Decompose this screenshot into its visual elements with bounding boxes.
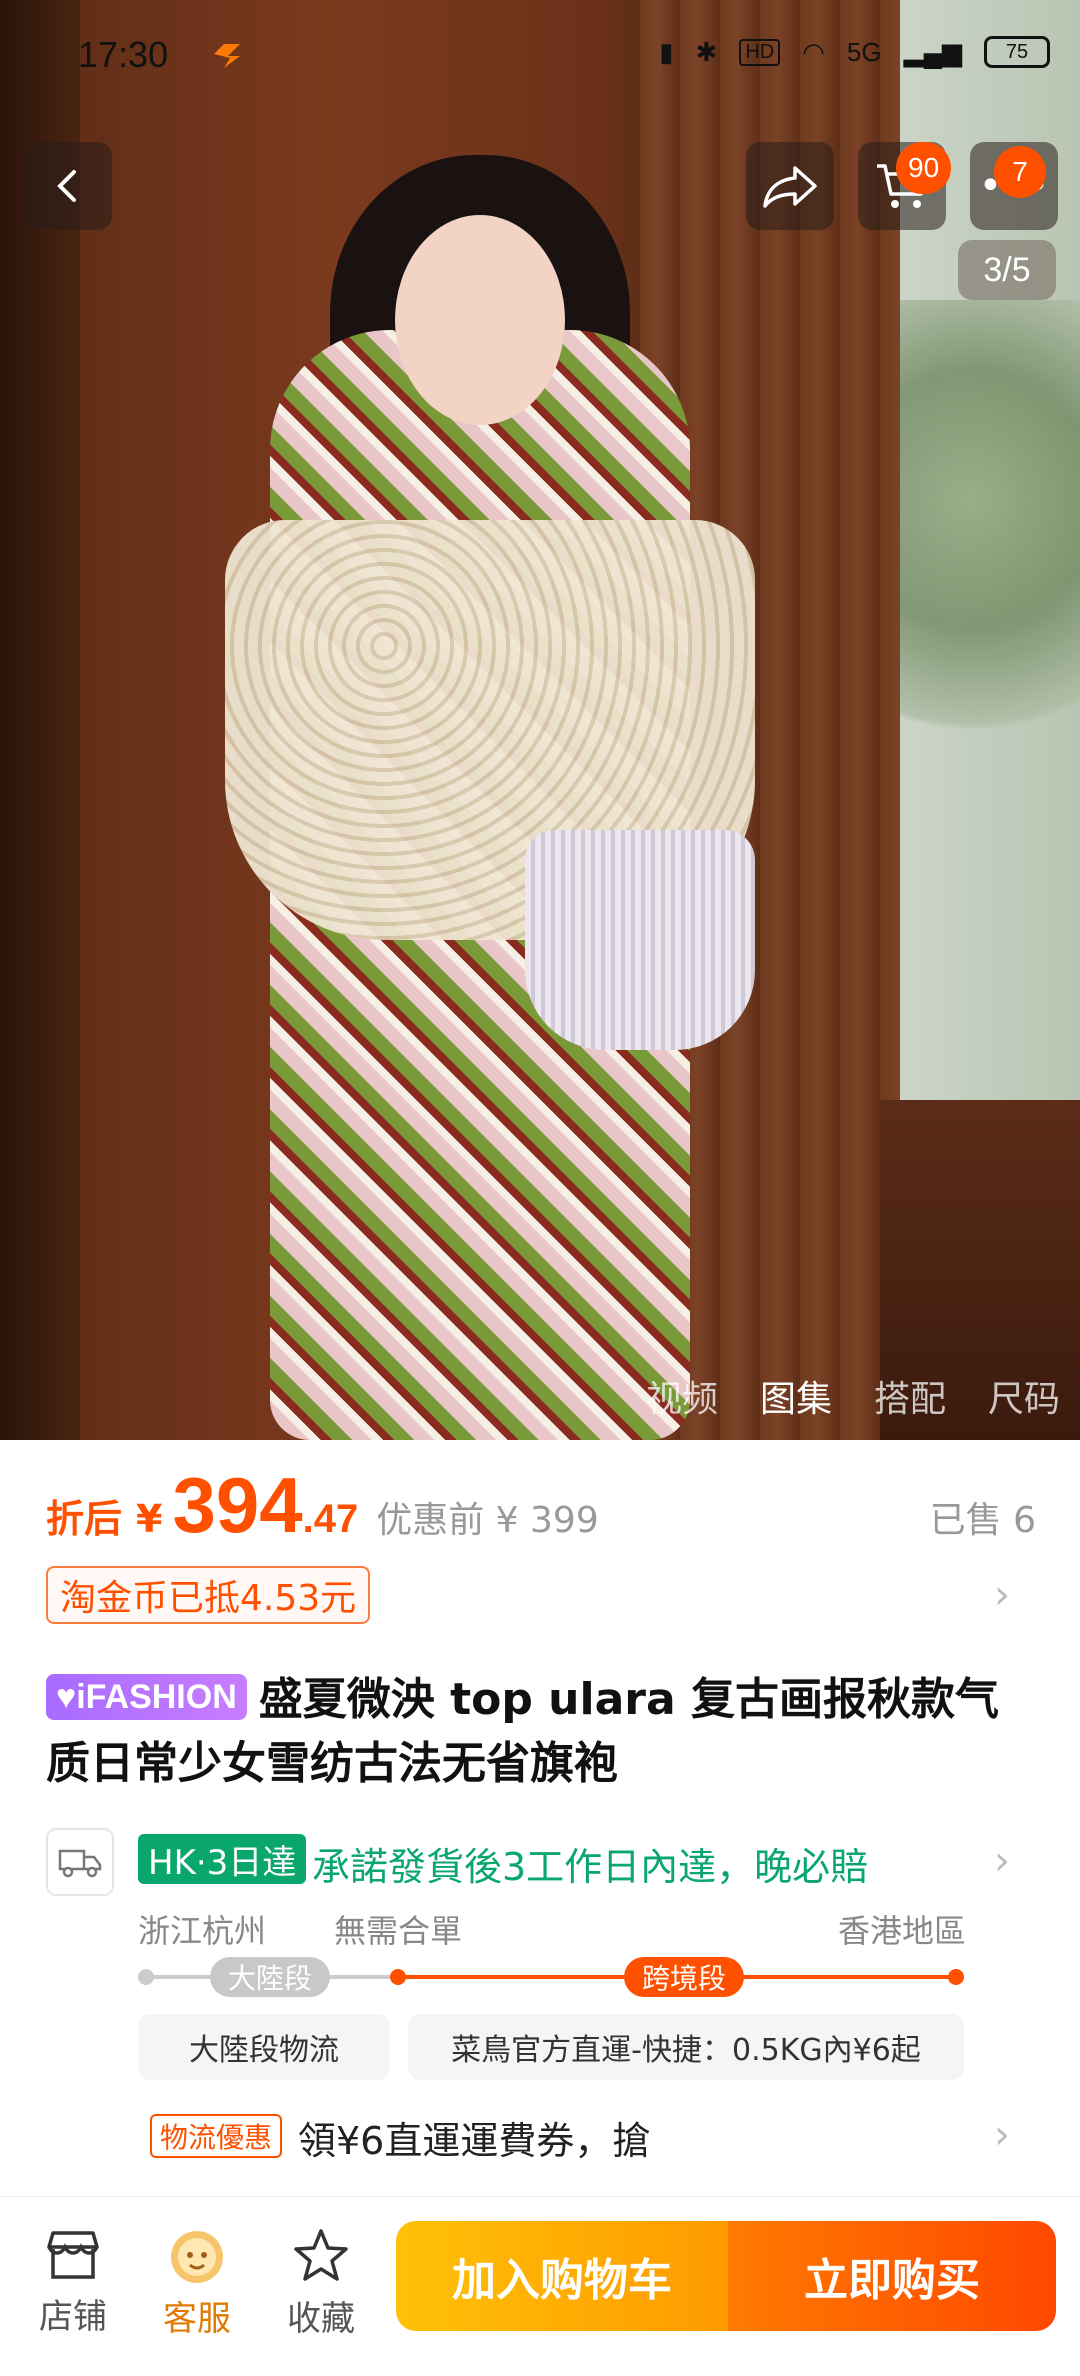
- discount-label: 折后: [46, 1497, 123, 1541]
- star-icon: [294, 2229, 348, 2281]
- shipping-coupon-text[interactable]: 領¥6直運運費券，搶: [298, 2110, 650, 2165]
- signal-icon: 5G: [846, 36, 882, 67]
- shop-label: 店铺: [39, 2297, 107, 2337]
- image-background: [900, 300, 1080, 800]
- gallery-tabs: 视频 图集 搭配 尺码: [646, 1370, 1060, 1422]
- customer-service-button[interactable]: 客服: [142, 2227, 252, 2340]
- image-page-indicator: 3/5: [958, 240, 1056, 300]
- cross-border-segment-label: 跨境段: [624, 1957, 745, 1997]
- chevron-right-icon[interactable]: ›: [994, 2112, 1010, 2158]
- hd-icon: HD: [739, 38, 781, 66]
- customer-service-icon: [171, 2231, 223, 2283]
- ifashion-brand-badge: ♥iFASHION: [46, 1674, 247, 1720]
- battery-icon: 75: [984, 36, 1050, 68]
- share-button[interactable]: [746, 142, 834, 230]
- add-to-cart-button[interactable]: 加入购物车: [396, 2221, 728, 2331]
- chevron-right-icon[interactable]: ›: [994, 1572, 1010, 1618]
- back-icon: [57, 170, 76, 202]
- wifi-icon: ◠: [802, 36, 825, 67]
- price-row: 折后 ¥ 394 .47 优惠前 ¥ 399 已售 6: [46, 1460, 1036, 1549]
- status-time: 17:30: [78, 34, 169, 75]
- vibrate-icon: ▮: [659, 36, 674, 67]
- currency-symbol: ¥: [136, 1497, 163, 1541]
- route-end-dot: [948, 1969, 964, 1985]
- bluetooth-icon: ✱: [695, 36, 718, 67]
- origin-location: 浙江杭州: [138, 1912, 267, 1950]
- share-icon: [763, 166, 817, 208]
- coin-discount-tag[interactable]: 淘金币已抵4.53元: [46, 1566, 371, 1624]
- brand-label: iFASHION: [76, 1678, 237, 1716]
- bottom-action-bar: 店铺 客服 收藏 加入购物车 立即购买: [0, 2196, 1080, 2376]
- status-icons: ▮ ✱ HD ◠ 5G ▂▄▆ 75: [659, 36, 1050, 68]
- tab-outfit[interactable]: 搭配: [874, 1370, 946, 1422]
- shop-icon: [47, 2231, 99, 2279]
- price-decimal: .47: [302, 1497, 359, 1541]
- mainland-segment-label: 大陸段: [210, 1957, 331, 1997]
- favorite-button[interactable]: 收藏: [266, 2227, 376, 2340]
- product-title: ♥iFASHION 盛夏微泱 top ulara 复古画报秋款气质日常少女雪纺古法…: [46, 1668, 1036, 1796]
- tab-size[interactable]: 尺码: [988, 1370, 1060, 1422]
- logistics-promo-tag: 物流優惠: [150, 2114, 283, 2158]
- back-button[interactable]: [24, 142, 112, 230]
- model-face: [395, 215, 565, 425]
- hk-delivery-badge: HK·3日達: [138, 1834, 307, 1884]
- favorite-label: 收藏: [287, 2299, 355, 2339]
- model-bag: [525, 830, 755, 1050]
- customer-service-label: 客服: [163, 2299, 231, 2339]
- buy-now-button[interactable]: 立即购买: [728, 2221, 1056, 2331]
- mainland-logistics-chip: 大陸段物流: [138, 2014, 390, 2080]
- original-price: 优惠前 ¥ 399: [376, 1500, 599, 1541]
- chevron-right-icon[interactable]: ›: [994, 1838, 1010, 1884]
- delivery-promise[interactable]: 承諾發貨後3工作日內達，晚必賠: [312, 1836, 868, 1891]
- route-mid-dot: [390, 1969, 406, 1985]
- signal-icon: ▂▄▆: [903, 36, 962, 67]
- status-bar: 17:30 ▮ ✱ HD ◠ 5G ▂▄▆ 75: [0, 0, 1080, 110]
- tab-video[interactable]: 视频: [646, 1370, 718, 1422]
- destination-location: 香港地區: [838, 1912, 967, 1950]
- app-logo-icon: [214, 44, 240, 68]
- price-integer: 394: [172, 1461, 303, 1549]
- sold-count: 已售 6: [929, 1500, 1036, 1541]
- heart-icon: ♥: [56, 1678, 77, 1716]
- tab-gallery[interactable]: 图集: [760, 1370, 832, 1422]
- cart-count-badge: 90: [896, 142, 952, 194]
- delivery-truck-icon: [46, 1828, 114, 1896]
- shop-button[interactable]: 店铺: [18, 2227, 128, 2338]
- route-start-dot: [138, 1969, 154, 1985]
- message-count-badge: 7: [994, 146, 1046, 198]
- cross-border-logistics-chip: 菜鳥官方直運-快捷：0.5KG內¥6起: [408, 2014, 964, 2080]
- merge-order-note: 無需合單: [334, 1912, 463, 1950]
